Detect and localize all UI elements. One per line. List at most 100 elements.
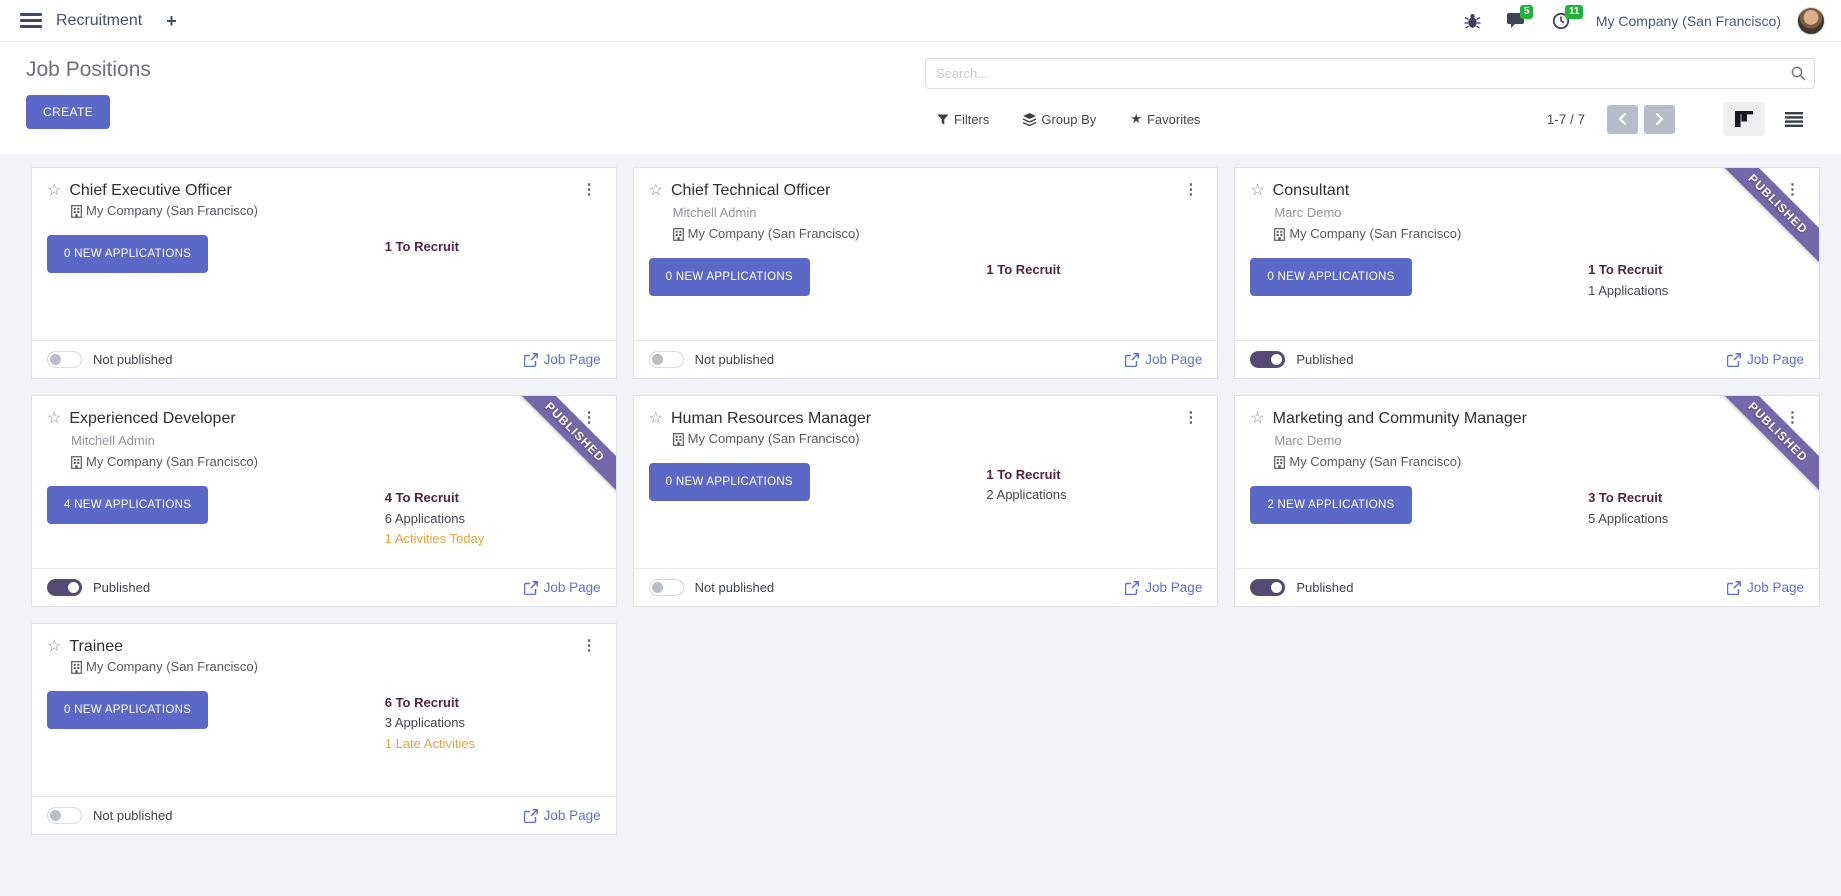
job-title[interactable]: Marketing and Community Manager [1273, 409, 1527, 428]
job-page-label: Job Page [544, 808, 601, 823]
manager-name: Mitchell Admin [71, 431, 601, 451]
job-position-card[interactable]: PUBLISHED ☆ Experienced Developer ⋮ Mitc… [31, 395, 617, 607]
new-applications-button[interactable]: 0 NEW APPLICATIONS [1250, 258, 1411, 296]
job-position-card[interactable]: PUBLISHED ☆ Consultant ⋮ Marc Demo My Co… [1234, 167, 1820, 379]
new-applications-button[interactable]: 0 NEW APPLICATIONS [649, 463, 810, 501]
publish-toggle[interactable] [649, 351, 684, 368]
plus-icon[interactable]: + [166, 12, 177, 30]
pager-range[interactable]: 1-7 / 7 [1547, 112, 1585, 127]
favorites-button[interactable]: ★ Favorites [1130, 111, 1200, 127]
kanban-grid: ☆ Chief Executive Officer ⋮ My Company (… [31, 167, 1820, 835]
group-by-button[interactable]: Group By [1023, 112, 1096, 127]
job-page-link[interactable]: Job Page [1727, 580, 1804, 595]
job-page-link[interactable]: Job Page [1125, 352, 1202, 367]
pager-next-button[interactable] [1644, 105, 1675, 134]
job-page-link[interactable]: Job Page [524, 580, 601, 595]
job-page-link[interactable]: Job Page [524, 808, 601, 823]
user-avatar[interactable] [1797, 7, 1825, 35]
job-position-card[interactable]: PUBLISHED ☆ Marketing and Community Mana… [1234, 395, 1820, 607]
company-line: My Company (San Francisco) [673, 429, 1203, 449]
publish-toggle[interactable] [47, 807, 82, 824]
external-link-icon [524, 353, 538, 367]
pager-prev-button[interactable] [1607, 105, 1638, 134]
to-recruit-stat[interactable]: 1 To Recruit [1588, 260, 1804, 280]
building-icon [71, 661, 82, 674]
favorite-star-icon[interactable]: ☆ [1250, 181, 1264, 200]
company-name: My Company (San Francisco) [688, 224, 860, 244]
publish-status-label: Not published [695, 352, 775, 367]
job-position-card[interactable]: ☆ Trainee ⋮ My Company (San Francisco) 0… [31, 623, 617, 835]
favorite-star-icon[interactable]: ☆ [649, 181, 663, 200]
search-input[interactable] [925, 58, 1815, 89]
activity-stat[interactable]: 1 Late Activities [385, 734, 601, 754]
kanban-view-button[interactable] [1723, 102, 1765, 136]
job-title[interactable]: Human Resources Manager [671, 409, 871, 428]
favorite-star-icon[interactable]: ☆ [47, 637, 61, 656]
favorites-star-icon: ★ [1130, 111, 1142, 127]
applications-stat[interactable]: 6 Applications [385, 509, 601, 529]
job-title[interactable]: Consultant [1273, 181, 1350, 200]
debug-bug-icon[interactable] [1464, 13, 1481, 29]
job-position-card[interactable]: ☆ Chief Executive Officer ⋮ My Company (… [31, 167, 617, 379]
job-page-label: Job Page [1747, 580, 1804, 595]
new-applications-button[interactable]: 4 NEW APPLICATIONS [47, 486, 208, 524]
publish-toggle[interactable] [47, 351, 82, 368]
manager-name: Marc Demo [1274, 431, 1804, 451]
messages-icon[interactable]: 5 [1507, 12, 1526, 29]
new-applications-button[interactable]: 2 NEW APPLICATIONS [1250, 486, 1411, 524]
to-recruit-stat[interactable]: 1 To Recruit [986, 260, 1202, 280]
filters-button[interactable]: Filters [937, 112, 989, 127]
list-view-button[interactable] [1773, 102, 1815, 136]
publish-toggle[interactable] [47, 579, 82, 596]
to-recruit-stat[interactable]: 3 To Recruit [1588, 488, 1804, 508]
card-footer: Not published Job Page [32, 340, 616, 378]
new-applications-button[interactable]: 0 NEW APPLICATIONS [47, 235, 208, 273]
card-footer: Published Job Page [32, 568, 616, 606]
company-name: My Company (San Francisco) [688, 429, 860, 449]
kebab-menu-icon[interactable]: ⋮ [578, 181, 601, 198]
job-title[interactable]: Chief Executive Officer [69, 181, 231, 200]
new-applications-button[interactable]: 0 NEW APPLICATIONS [649, 258, 810, 296]
job-page-link[interactable]: Job Page [1125, 580, 1202, 595]
job-title[interactable]: Trainee [69, 637, 123, 656]
to-recruit-stat[interactable]: 4 To Recruit [385, 488, 601, 508]
applications-stat[interactable]: 3 Applications [385, 713, 601, 733]
kebab-menu-icon[interactable]: ⋮ [1179, 181, 1202, 198]
publish-toggle[interactable] [649, 579, 684, 596]
to-recruit-stat[interactable]: 1 To Recruit [385, 237, 601, 257]
kebab-menu-icon[interactable]: ⋮ [578, 637, 601, 654]
publish-toggle[interactable] [1250, 351, 1285, 368]
favorite-star-icon[interactable]: ☆ [649, 409, 663, 428]
apps-menu-icon[interactable] [20, 10, 42, 31]
to-recruit-stat[interactable]: 1 To Recruit [986, 465, 1202, 485]
external-link-icon [1125, 353, 1139, 367]
publish-toggle[interactable] [1250, 579, 1285, 596]
company-switcher[interactable]: My Company (San Francisco) [1596, 13, 1781, 29]
company-name: My Company (San Francisco) [86, 201, 258, 221]
create-button[interactable]: CREATE [26, 95, 110, 129]
favorite-star-icon[interactable]: ☆ [47, 409, 61, 428]
company-line: My Company (San Francisco) [71, 657, 601, 677]
search-icon[interactable] [1791, 66, 1806, 86]
favorite-star-icon[interactable]: ☆ [1250, 409, 1264, 428]
job-title[interactable]: Chief Technical Officer [671, 181, 830, 200]
job-page-link[interactable]: Job Page [524, 352, 601, 367]
job-position-card[interactable]: ☆ Human Resources Manager ⋮ My Company (… [633, 395, 1219, 607]
to-recruit-stat[interactable]: 6 To Recruit [385, 693, 601, 713]
external-link-icon [1727, 353, 1741, 367]
applications-stat[interactable]: 1 Applications [1588, 281, 1804, 301]
building-icon [673, 228, 684, 241]
applications-stat[interactable]: 5 Applications [1588, 509, 1804, 529]
job-page-link[interactable]: Job Page [1727, 352, 1804, 367]
applications-stat[interactable]: 2 Applications [986, 485, 1202, 505]
activities-badge: 11 [1565, 5, 1584, 19]
activity-stat[interactable]: 1 Activities Today [385, 529, 601, 549]
new-applications-button[interactable]: 0 NEW APPLICATIONS [47, 691, 208, 729]
kebab-menu-icon[interactable]: ⋮ [1179, 409, 1202, 426]
app-title[interactable]: Recruitment [56, 12, 142, 30]
building-icon [673, 433, 684, 446]
activities-clock-icon[interactable]: 11 [1552, 12, 1570, 30]
favorite-star-icon[interactable]: ☆ [47, 181, 61, 200]
job-title[interactable]: Experienced Developer [69, 409, 235, 428]
job-position-card[interactable]: ☆ Chief Technical Officer ⋮ Mitchell Adm… [633, 167, 1219, 379]
